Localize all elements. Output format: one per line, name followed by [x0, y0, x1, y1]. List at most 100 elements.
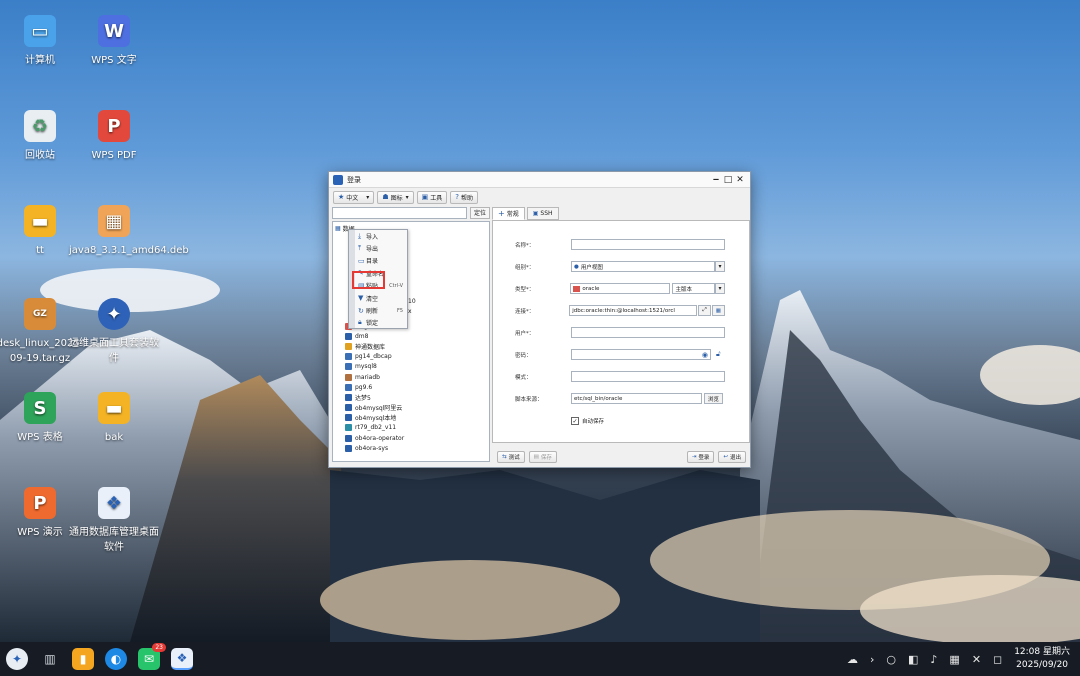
desktop-icon-wps-writer[interactable]: W WPS 文字 — [69, 15, 159, 68]
language-dropdown[interactable]: ★ 中文 ▾ — [333, 190, 375, 204]
help-icon: ? — [455, 193, 459, 201]
locate-button[interactable]: 定位 — [470, 207, 490, 219]
exit-button[interactable]: ↩ 退出 — [718, 450, 746, 463]
notification-badge: 23 — [152, 643, 166, 652]
db-icon — [345, 353, 352, 361]
unlock-icon[interactable]: 🔓︎ — [716, 350, 721, 359]
desktop-icon-db-manager[interactable]: ❖ 通用数据库管理桌面软件 — [69, 487, 159, 555]
menu-item-refresh[interactable]: ↻ 刷新 F5 — [349, 304, 407, 316]
tab-general[interactable]: + 常规 — [492, 207, 525, 220]
clock[interactable]: 12:08 星期六 2025/09/20 — [1014, 646, 1070, 672]
import-icon: ⤓ — [358, 231, 362, 240]
autosave-checkbox[interactable]: ✓ — [571, 416, 579, 425]
tree-item[interactable]: pg9.6 — [335, 382, 489, 392]
db-icon — [345, 414, 352, 422]
browser-icon[interactable]: ◐ — [105, 648, 127, 670]
file-manager-icon[interactable]: ▮ — [72, 648, 94, 670]
chevron-down-icon[interactable]: ▾ — [715, 261, 725, 272]
help-button[interactable]: ? 帮助 — [450, 190, 478, 204]
notification-icon[interactable]: ◻ — [993, 653, 1002, 666]
tools-button[interactable]: ▣ 工具 — [416, 190, 448, 204]
username-input[interactable] — [571, 327, 725, 338]
menu-item-directory[interactable]: ▭ 目录 — [349, 255, 407, 267]
chevron-down-icon[interactable]: ▾ — [715, 283, 725, 294]
maximize-icon[interactable]: □ — [722, 175, 734, 185]
save-icon: ▤ — [533, 453, 539, 460]
tree-item[interactable]: ob4ora-operator — [335, 433, 489, 443]
user-label: 用户*： — [515, 330, 535, 337]
test-icon: ⇆ — [502, 453, 507, 460]
menu-item-import[interactable]: ⤓ 导入 — [349, 230, 407, 242]
cloud-icon[interactable]: ☁ — [847, 653, 858, 666]
desktop-icon-bak[interactable]: ▬ bak — [69, 392, 159, 445]
chevron-right-icon[interactable]: › — [870, 653, 874, 666]
palette-icon: ☗ — [382, 193, 389, 201]
exit-icon: ↩ — [723, 453, 728, 460]
tree-item[interactable]: dm8 — [335, 331, 489, 341]
tree-item[interactable]: 神通数据库 — [335, 341, 489, 351]
tree-item[interactable]: 达梦5 — [335, 392, 489, 402]
tree-item-partial: 10 — [408, 298, 416, 305]
tree-item[interactable]: rt79_db2_v11 — [335, 423, 489, 433]
tree-item-partial: x — [408, 308, 412, 315]
db-icon — [345, 434, 352, 442]
star-icon: ★ — [338, 193, 345, 201]
desktop-icon-ops-tools[interactable]: ✦ 运维桌面工具套装软件 — [69, 298, 159, 366]
toolbox-icon: ▣ — [421, 193, 429, 201]
tree-item[interactable]: mysql8 — [335, 362, 489, 372]
toolbar: ★ 中文 ▾ ☗ 图标 ▾ ▣ 工具 ? 帮助 — [329, 188, 750, 206]
start-menu-icon[interactable]: ✦ — [6, 648, 28, 670]
login-button[interactable]: ⇥ 登录 — [686, 450, 715, 463]
type-label: 类型*： — [515, 286, 535, 293]
desktop-icon-java-deb[interactable]: ▦ java8_3.3.1_amd64.deb — [69, 205, 189, 258]
taskbar: ✦ ▥ ▮ ◐ ✉ 23 ❖ ☁ › ○ ◧ ♪ ▦ ✕ ◻ 12:08 星期六 … — [0, 642, 1080, 676]
expand-icon[interactable]: ⤢ — [698, 305, 711, 316]
window-titlebar[interactable]: 登录 ‒ □ ✕ — [329, 172, 750, 188]
assistant-icon[interactable]: ◧ — [908, 653, 918, 666]
desktop-icon-wps-pdf[interactable]: P WPS PDF — [69, 110, 159, 163]
password-input[interactable]: ◉ — [571, 349, 711, 360]
tree-item[interactable]: mariadb — [335, 372, 489, 382]
db-icon — [345, 404, 352, 412]
connection-url-input[interactable]: jdbc:oracle:thin:@localhost:1521/orcl — [569, 305, 698, 316]
folder-icon: ▭ — [358, 256, 365, 265]
name-input[interactable] — [571, 239, 725, 250]
version-select[interactable]: 主版本 — [672, 283, 716, 294]
menu-item-clear[interactable]: ▼ 清空 — [349, 292, 407, 304]
minimize-icon[interactable]: ‒ — [710, 175, 722, 185]
keyboard-icon[interactable]: ▦ — [949, 653, 959, 666]
network-off-icon[interactable]: ✕ — [972, 653, 981, 666]
browse-button[interactable]: 浏览 — [704, 393, 724, 404]
connection-label: 连接*： — [515, 308, 535, 315]
script-source-input[interactable]: etc/sql_bin/oracle — [571, 393, 702, 404]
test-button[interactable]: ⇆ 测试 — [497, 450, 525, 463]
window-title: 登录 — [347, 175, 361, 184]
menu-item-lock[interactable]: 🔒︎ 锁定 — [349, 317, 407, 329]
menu-item-export[interactable]: ⤒ 导出 — [349, 242, 407, 254]
schema-input[interactable] — [571, 371, 725, 382]
db-icon — [345, 383, 352, 391]
group-label: 组别*： — [515, 264, 535, 271]
tab-ssh[interactable]: ▣ SSH — [526, 207, 559, 220]
system-tray: ☁ › ○ ◧ ♪ ▦ ✕ ◻ 12:08 星期六 2025/09/20 — [847, 642, 1070, 676]
ops-tool-icon: ✦ — [98, 298, 130, 330]
tree-item[interactable]: ob4ora-sys — [335, 443, 489, 453]
volume-icon[interactable]: ♪ — [930, 653, 937, 666]
db-icon — [345, 342, 352, 350]
search-icon[interactable]: ○ — [886, 653, 896, 666]
theme-dropdown[interactable]: ☗ 图标 ▾ — [377, 190, 414, 204]
multitask-view-icon[interactable]: ▥ — [39, 648, 61, 670]
eye-icon[interactable]: ◉ — [702, 351, 708, 359]
close-icon[interactable]: ✕ — [734, 175, 746, 185]
save-button[interactable]: ▤ 保存 — [528, 450, 557, 463]
grid-icon[interactable]: ▦ — [711, 305, 725, 316]
wps-pdf-icon: P — [98, 110, 130, 142]
tree-search-input[interactable] — [332, 207, 467, 219]
group-select[interactable]: ● 用户视图 — [571, 261, 715, 272]
chat-app-icon[interactable]: ✉ 23 — [138, 643, 166, 670]
db-manager-taskbar-icon[interactable]: ❖ — [171, 648, 193, 670]
tree-item[interactable]: ob4mysql阿里云 — [335, 403, 489, 413]
tree-item[interactable]: pg14_dbcap — [335, 352, 489, 362]
tree-item[interactable]: ob4mysql本地 — [335, 413, 489, 423]
type-select[interactable]: oracle — [570, 283, 671, 294]
